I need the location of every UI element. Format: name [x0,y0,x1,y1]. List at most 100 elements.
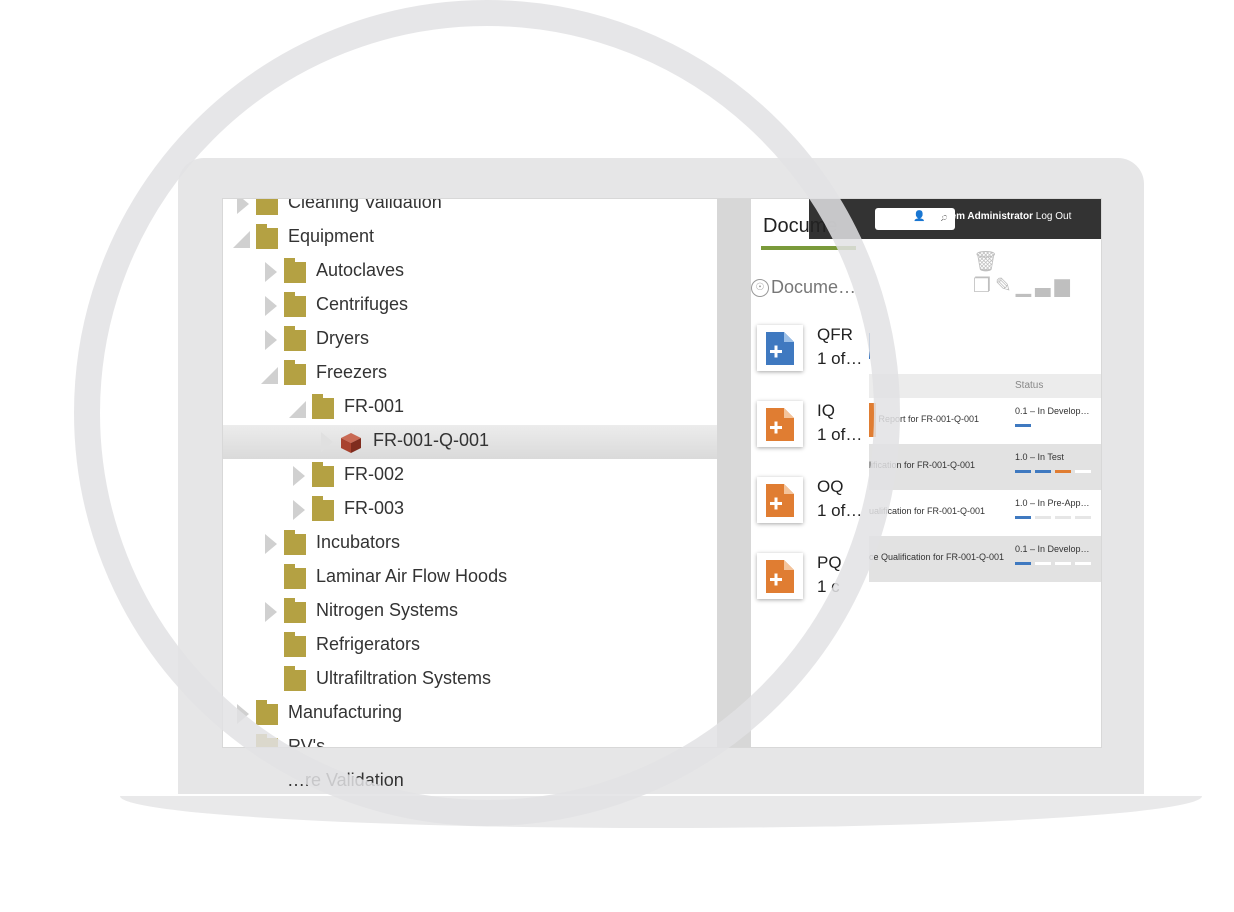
expand-arrow-icon[interactable] [265,296,277,316]
expand-arrow-icon[interactable] [237,704,249,724]
card-subtitle: 1 c [817,577,840,596]
doc-card-pq[interactable]: PQ 1 c [757,553,867,615]
column-header-status: Status [1015,380,1044,391]
collapse-arrow-icon[interactable] [233,231,250,248]
tree-item-equipment[interactable]: Equipment [223,221,717,255]
document-name: ualification for FR-001-Q-001 [869,506,986,516]
user-menu[interactable]: 👤 System Administrator Log Out [913,211,1071,222]
tree-item-label: Laminar Air Flow Hoods [316,566,508,586]
tree-item-label: Ultrafiltration Systems [316,668,492,688]
title-underline [761,246,856,250]
doc-card-iq[interactable]: IQ 1 of… [757,401,867,463]
breadcrumb[interactable]: ☉ Docume… [751,277,856,298]
folder-icon [284,632,306,657]
progress-segment [1055,562,1071,565]
doc-card-oq[interactable]: OQ 1 of… [757,477,867,539]
expand-arrow-icon[interactable] [293,466,305,486]
tree-item-label: Equipment [288,226,375,246]
tree-item-centrifuges[interactable]: Centrifuges [223,289,717,323]
folder-icon [284,360,306,385]
filter-icon[interactable]: ☉ [751,279,769,298]
card-title: IQ [817,401,835,420]
doc-card-qfr[interactable]: QFR 1 of… [757,325,867,387]
tree-item-cleaning-validation[interactable]: Cleaning Validation [223,198,717,221]
tree-item-label-partial: …re Validation [287,770,404,790]
expand-arrow-icon[interactable] [293,500,305,520]
page-title: Docume [763,215,838,237]
laptop-screen: Cleaning Validation Equipment Autoclaves… [222,198,1102,748]
tree-item-fr-003[interactable]: FR-003 [223,493,717,527]
tree-item-autoclaves[interactable]: Autoclaves [223,255,717,289]
tree-item-dryers[interactable]: Dryers [223,323,717,357]
folder-icon [284,564,306,589]
collapse-arrow-icon[interactable] [289,401,306,418]
tree-item-manufacturing[interactable]: Manufacturing [223,697,717,731]
tree-item-label: Nitrogen Systems [316,600,459,620]
card-title: PQ [817,553,842,572]
tree-item-laminar-air-flow-hoods[interactable]: Laminar Air Flow Hoods [223,561,717,595]
tree-item-fr-001-q-001[interactable]: FR-001-Q-001 [223,425,717,459]
tree-item-freezers[interactable]: Freezers [223,357,717,391]
folder-icon [284,326,306,351]
folder-icon [312,462,334,487]
expand-arrow-icon[interactable] [265,262,277,282]
tree-item-fr-001[interactable]: FR-001 [223,391,717,425]
table-row[interactable]: al Report for FR-001-Q-001 0.1 – In Deve… [869,398,1101,444]
document-add-icon [757,401,803,447]
tree-item-label: RV's [288,736,326,748]
tree-item-label: Cleaning Validation [288,198,442,212]
tree-item-label: Incubators [316,532,401,552]
card-subtitle: 1 of… [817,501,863,520]
collapse-arrow-icon[interactable] [261,367,278,384]
cube-icon [341,433,361,453]
copy-icon[interactable]: ❐ [973,273,995,297]
folder-icon [284,530,306,555]
panel-divider[interactable] [717,199,751,747]
tree-item-refrigerators[interactable]: Refrigerators [223,629,717,663]
expand-arrow-icon [321,432,333,452]
folder-icon [256,700,278,725]
table-row[interactable]: lification for FR-001-Q-001 1.0 – In Tes… [869,444,1101,490]
trash-icon[interactable]: 🗑 [973,249,1002,273]
progress-segment [1035,516,1051,519]
tree-item-label: FR-001-Q-001 [373,430,490,450]
progress-segment [1075,516,1091,519]
progress-segment [1055,470,1071,473]
table-header [869,374,1101,398]
folder-icon [256,224,278,249]
top-bar: ⌕ 👤 System Administrator Log Out [809,199,1101,239]
status-text: 0.1 – In Develop… [1015,544,1090,554]
card-subtitle: 1 of… [817,425,863,444]
tree-item-fr-002[interactable]: FR-002 [223,459,717,493]
tree-item-label: Refrigerators [316,634,421,654]
table-row[interactable]: ce Qualification for FR-001-Q-001 0.1 – … [869,536,1101,582]
breadcrumb-label: Docume… [771,277,857,297]
bar-chart-icon[interactable]: ▁▃▆ [1016,273,1074,297]
tree-item-incubators[interactable]: Incubators [223,527,717,561]
row-marker [869,403,876,437]
tree-item-label: Freezers [316,362,388,382]
folder-icon [284,292,306,317]
folder-icon [284,598,306,623]
folder-icon [284,258,306,283]
pencil-icon[interactable]: ✎ [995,273,1016,297]
expand-arrow-icon[interactable] [265,330,277,350]
tree-item-ultrafiltration-systems[interactable]: Ultrafiltration Systems [223,663,717,697]
document-name: ce Qualification for FR-001-Q-001 [869,552,1005,562]
expand-arrow-icon[interactable] [265,534,277,554]
status-text: 0.1 – In Develop… [1015,406,1090,416]
progress-segment [1055,516,1071,519]
card-title: OQ [817,477,844,496]
logout-link[interactable]: Log Out [1036,211,1072,222]
progress-segment [1015,516,1031,519]
tree-item-label: Autoclaves [316,260,405,280]
tree-item-nitrogen-systems[interactable]: Nitrogen Systems [223,595,717,629]
tree-item-rvs[interactable]: RV's [223,731,717,748]
document-add-icon [757,477,803,523]
expand-arrow-icon[interactable] [237,199,249,214]
progress-segment [1035,470,1051,473]
progress-segment [1035,562,1051,565]
tree-item-label: FR-003 [344,498,405,518]
table-row[interactable]: ualification for FR-001-Q-001 1.0 – In P… [869,490,1101,536]
expand-arrow-icon[interactable] [265,602,277,622]
